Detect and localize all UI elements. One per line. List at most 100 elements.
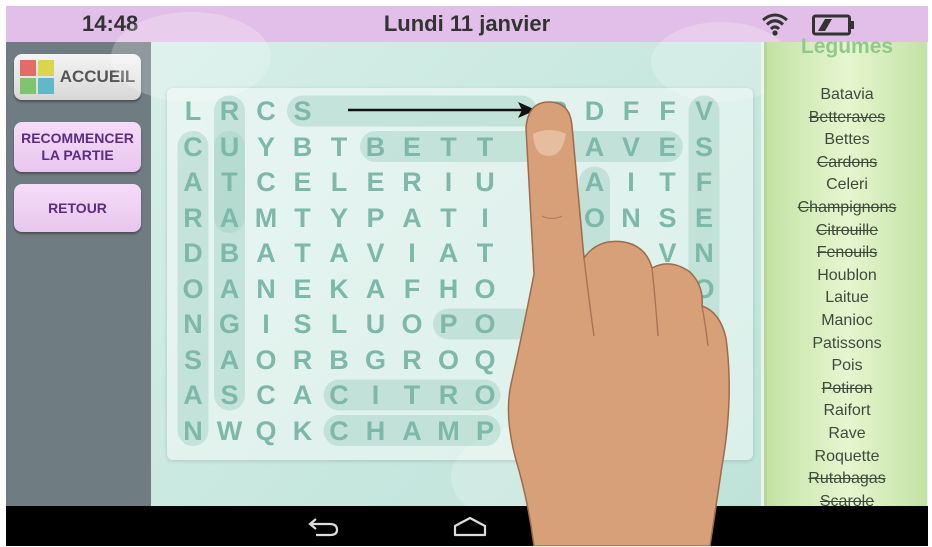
grid-letter[interactable]: E [689, 203, 719, 233]
grid-letter[interactable]: E [288, 274, 318, 304]
grid-letter[interactable]: Q [470, 345, 500, 375]
grid-letter[interactable]: B [324, 345, 354, 375]
grid-letter[interactable]: P [434, 309, 464, 339]
grid-letter[interactable]: S [288, 309, 318, 339]
home-icon[interactable] [452, 516, 488, 538]
grid-letter[interactable]: U [470, 167, 500, 197]
grid-letter[interactable]: D [178, 238, 208, 268]
grid-letter[interactable]: T [288, 238, 318, 268]
grid-letter[interactable]: F [653, 96, 683, 126]
grid-letter[interactable]: T [288, 203, 318, 233]
grid-letter[interactable]: H [361, 416, 391, 446]
grid-letter[interactable]: T [653, 167, 683, 197]
grid-letter[interactable]: T [470, 238, 500, 268]
grid-letter[interactable]: B [215, 238, 245, 268]
grid-letter[interactable]: A [580, 132, 610, 162]
grid-letter[interactable]: S [215, 380, 245, 410]
grid-letter[interactable]: R [397, 345, 427, 375]
grid-letter[interactable]: E [397, 132, 427, 162]
grid-letter[interactable]: R [397, 167, 427, 197]
grid-letter[interactable]: H [434, 274, 464, 304]
grid-letter[interactable]: K [324, 274, 354, 304]
grid-letter[interactable]: V [689, 96, 719, 126]
grid-letter[interactable]: O [434, 345, 464, 375]
grid-letter[interactable]: A [215, 345, 245, 375]
grid-letter[interactable]: T [434, 203, 464, 233]
grid-letter[interactable]: P [470, 416, 500, 446]
grid-letter[interactable]: A [178, 167, 208, 197]
grid-letter[interactable]: O [689, 274, 719, 304]
grid-letter[interactable]: A [434, 238, 464, 268]
grid-letter[interactable]: S [689, 416, 719, 446]
grid-letter[interactable]: T [397, 380, 427, 410]
grid-letter[interactable]: I [251, 309, 281, 339]
grid-letter[interactable]: E [653, 132, 683, 162]
grid-letter[interactable]: D [580, 96, 610, 126]
grid-letter[interactable]: A [215, 203, 245, 233]
grid-letter[interactable]: W [215, 416, 245, 446]
grid-letter[interactable]: M [434, 416, 464, 446]
grid-letter[interactable]: U [215, 132, 245, 162]
retour-button[interactable]: RETOUR [14, 184, 141, 232]
grid-letter[interactable]: I [361, 380, 391, 410]
grid-letter[interactable]: A [288, 380, 318, 410]
grid-letter[interactable]: A [361, 274, 391, 304]
grid-letter[interactable]: I [397, 238, 427, 268]
grid-letter[interactable]: S [178, 345, 208, 375]
grid-letter[interactable]: C [324, 416, 354, 446]
grid-letter[interactable]: F [397, 274, 427, 304]
grid-letter[interactable]: A [251, 238, 281, 268]
grid-letter[interactable]: I [616, 167, 646, 197]
grid-letter[interactable]: O [397, 309, 427, 339]
grid-letter[interactable]: L [178, 96, 208, 126]
back-icon[interactable] [306, 514, 342, 538]
grid-letter[interactable]: Y [324, 203, 354, 233]
grid-letter[interactable]: M [251, 203, 281, 233]
grid-letter[interactable]: C [251, 167, 281, 197]
grid-letter[interactable]: S [689, 132, 719, 162]
grid-letter[interactable]: E [288, 167, 318, 197]
grid-letter[interactable]: A [616, 238, 646, 268]
grid-letter[interactable]: N [689, 238, 719, 268]
grid-letter[interactable]: R [215, 96, 245, 126]
grid-letter[interactable]: N [653, 274, 683, 304]
restart-game-button[interactable]: RECOMMENCER LA PARTIE [14, 122, 141, 172]
grid-letter[interactable]: S [288, 96, 318, 126]
letter-grid[interactable]: LRCSPDFFVCUYBTBETTAVESATCELERIUAITFRAMTY… [167, 88, 753, 460]
grid-letter[interactable]: O [178, 274, 208, 304]
grid-letter[interactable]: R [288, 345, 318, 375]
grid-letter[interactable]: V [616, 132, 646, 162]
grid-letter[interactable]: O [580, 203, 610, 233]
grid-letter[interactable]: F [616, 96, 646, 126]
grid-letter[interactable]: C [178, 132, 208, 162]
grid-letter[interactable]: Y [251, 132, 281, 162]
grid-letter[interactable]: N [178, 416, 208, 446]
grid-letter[interactable]: I [434, 167, 464, 197]
grid-letter[interactable]: A [215, 274, 245, 304]
grid-letter[interactable]: T [215, 167, 245, 197]
grid-letter[interactable]: V [653, 238, 683, 268]
grid-letter[interactable]: P [543, 96, 573, 126]
grid-letter[interactable]: T [434, 132, 464, 162]
grid-letter[interactable]: O [251, 345, 281, 375]
grid-letter[interactable]: C [251, 96, 281, 126]
grid-letter[interactable]: E [361, 167, 391, 197]
grid-letter[interactable]: L [324, 309, 354, 339]
grid-letter[interactable]: N [616, 203, 646, 233]
grid-letter[interactable]: A [324, 238, 354, 268]
grid-letter[interactable]: R [434, 380, 464, 410]
grid-letter[interactable]: S [653, 203, 683, 233]
grid-letter[interactable]: A [580, 167, 610, 197]
grid-letter[interactable]: U [689, 309, 719, 339]
grid-letter[interactable]: T [470, 132, 500, 162]
grid-letter[interactable]: Q [251, 416, 281, 446]
grid-letter[interactable]: P [361, 203, 391, 233]
grid-letter[interactable]: V [361, 238, 391, 268]
grid-letter[interactable]: A [397, 203, 427, 233]
grid-letter[interactable]: K [288, 416, 318, 446]
grid-letter[interactable]: L [324, 167, 354, 197]
grid-letter[interactable]: B [288, 132, 318, 162]
grid-letter[interactable]: I [470, 203, 500, 233]
grid-letter[interactable]: G [361, 345, 391, 375]
grid-letter[interactable]: T [324, 132, 354, 162]
